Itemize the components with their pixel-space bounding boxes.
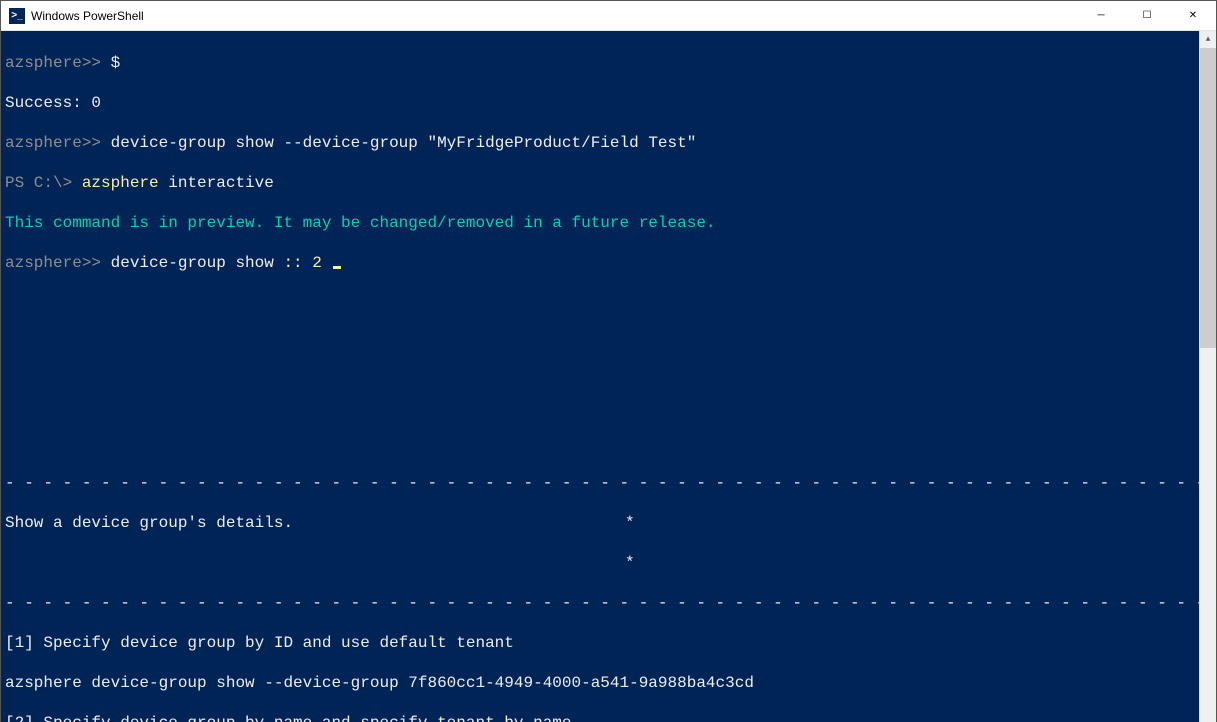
- close-button[interactable]: ✕: [1170, 1, 1216, 31]
- help-description: Show a device group's details.: [5, 513, 625, 533]
- cursor-icon: [333, 266, 341, 269]
- window-title: Windows PowerShell: [31, 9, 1078, 23]
- divider: - - - - - - - - - - - - - - - - - - - - …: [5, 593, 1199, 613]
- command-text: device-group show: [111, 254, 284, 272]
- command-arg: interactive: [159, 174, 274, 192]
- command-text: $: [111, 54, 121, 72]
- example-cmd: azsphere device-group show --device-grou…: [5, 673, 1199, 693]
- ps-prompt: PS C:\>: [5, 174, 82, 192]
- powershell-icon: >_: [9, 8, 25, 24]
- client-area: azsphere>> $ Success: 0 azsphere>> devic…: [1, 31, 1216, 722]
- prompt: azsphere>>: [5, 54, 111, 72]
- prompt: azsphere>>: [5, 134, 111, 152]
- divider: - - - - - - - - - - - - - - - - - - - - …: [5, 473, 1199, 493]
- terminal[interactable]: azsphere>> $ Success: 0 azsphere>> devic…: [1, 31, 1199, 722]
- command-text: device-group show --device-group "MyFrid…: [111, 134, 697, 152]
- scroll-track[interactable]: [1200, 48, 1216, 722]
- output-line: Success: 0: [5, 93, 1199, 113]
- command-exe: azsphere: [82, 174, 159, 192]
- preview-warning: This command is in preview. It may be ch…: [5, 213, 1199, 233]
- powershell-window: >_ Windows PowerShell ─ ☐ ✕ azsphere>> $…: [0, 0, 1217, 722]
- titlebar[interactable]: >_ Windows PowerShell ─ ☐ ✕: [1, 1, 1216, 31]
- example-head: [2] Specify device group by name and spe…: [5, 713, 1199, 722]
- star-marker: *: [625, 514, 635, 532]
- scroll-up-arrow-icon[interactable]: ▲: [1200, 31, 1216, 48]
- prompt: azsphere>>: [5, 254, 111, 272]
- scroll-thumb[interactable]: [1200, 48, 1216, 348]
- command-step: :: 2: [283, 254, 331, 272]
- maximize-button[interactable]: ☐: [1124, 1, 1170, 31]
- vertical-scrollbar[interactable]: ▲ ▼: [1199, 31, 1216, 722]
- example-head: [1] Specify device group by ID and use d…: [5, 633, 1199, 653]
- minimize-button[interactable]: ─: [1078, 1, 1124, 31]
- content-row: azsphere>> $ Success: 0 azsphere>> devic…: [1, 31, 1216, 722]
- star-marker: *: [625, 554, 635, 572]
